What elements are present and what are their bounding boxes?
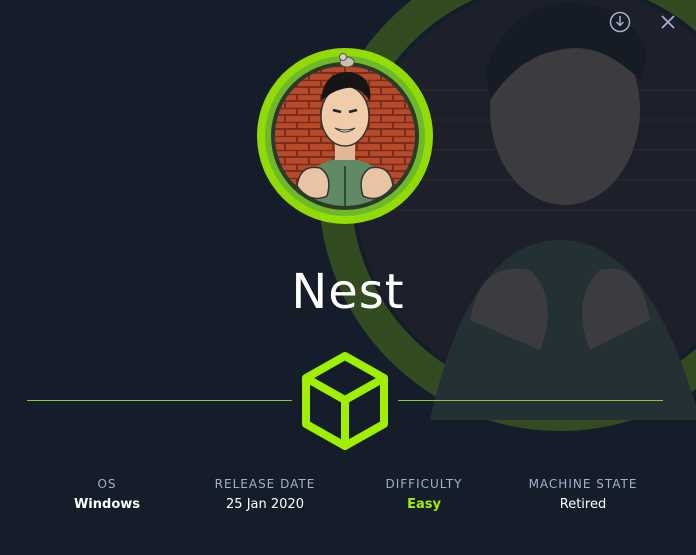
stat-value: Retired bbox=[559, 497, 607, 512]
machine-stats: OS Windows RELEASE DATE 25 Jan 2020 DIFF… bbox=[27, 476, 663, 526]
stat-os: OS Windows bbox=[27, 476, 187, 514]
close-button[interactable] bbox=[654, 8, 682, 36]
download-icon bbox=[609, 11, 631, 33]
divider-right bbox=[398, 400, 663, 401]
close-icon bbox=[661, 15, 675, 29]
stat-value: Windows bbox=[73, 497, 141, 512]
cube-icon bbox=[302, 352, 388, 450]
stat-difficulty: DIFFICULTY Easy bbox=[344, 476, 504, 514]
machine-title: Nest bbox=[291, 264, 405, 320]
stat-machine-state: MACHINE STATE Retired bbox=[503, 476, 663, 514]
stat-label: OS bbox=[97, 477, 117, 491]
stat-label: DIFFICULTY bbox=[385, 477, 463, 491]
download-button[interactable] bbox=[606, 8, 634, 36]
stat-label: RELEASE DATE bbox=[214, 477, 316, 491]
stat-label: MACHINE STATE bbox=[528, 477, 638, 491]
stat-value: 25 Jan 2020 bbox=[226, 497, 304, 512]
machine-avatar bbox=[257, 48, 433, 224]
divider-left bbox=[27, 400, 292, 401]
stat-release-date: RELEASE DATE 25 Jan 2020 bbox=[185, 476, 345, 514]
difficulty-value: Easy bbox=[407, 497, 441, 512]
